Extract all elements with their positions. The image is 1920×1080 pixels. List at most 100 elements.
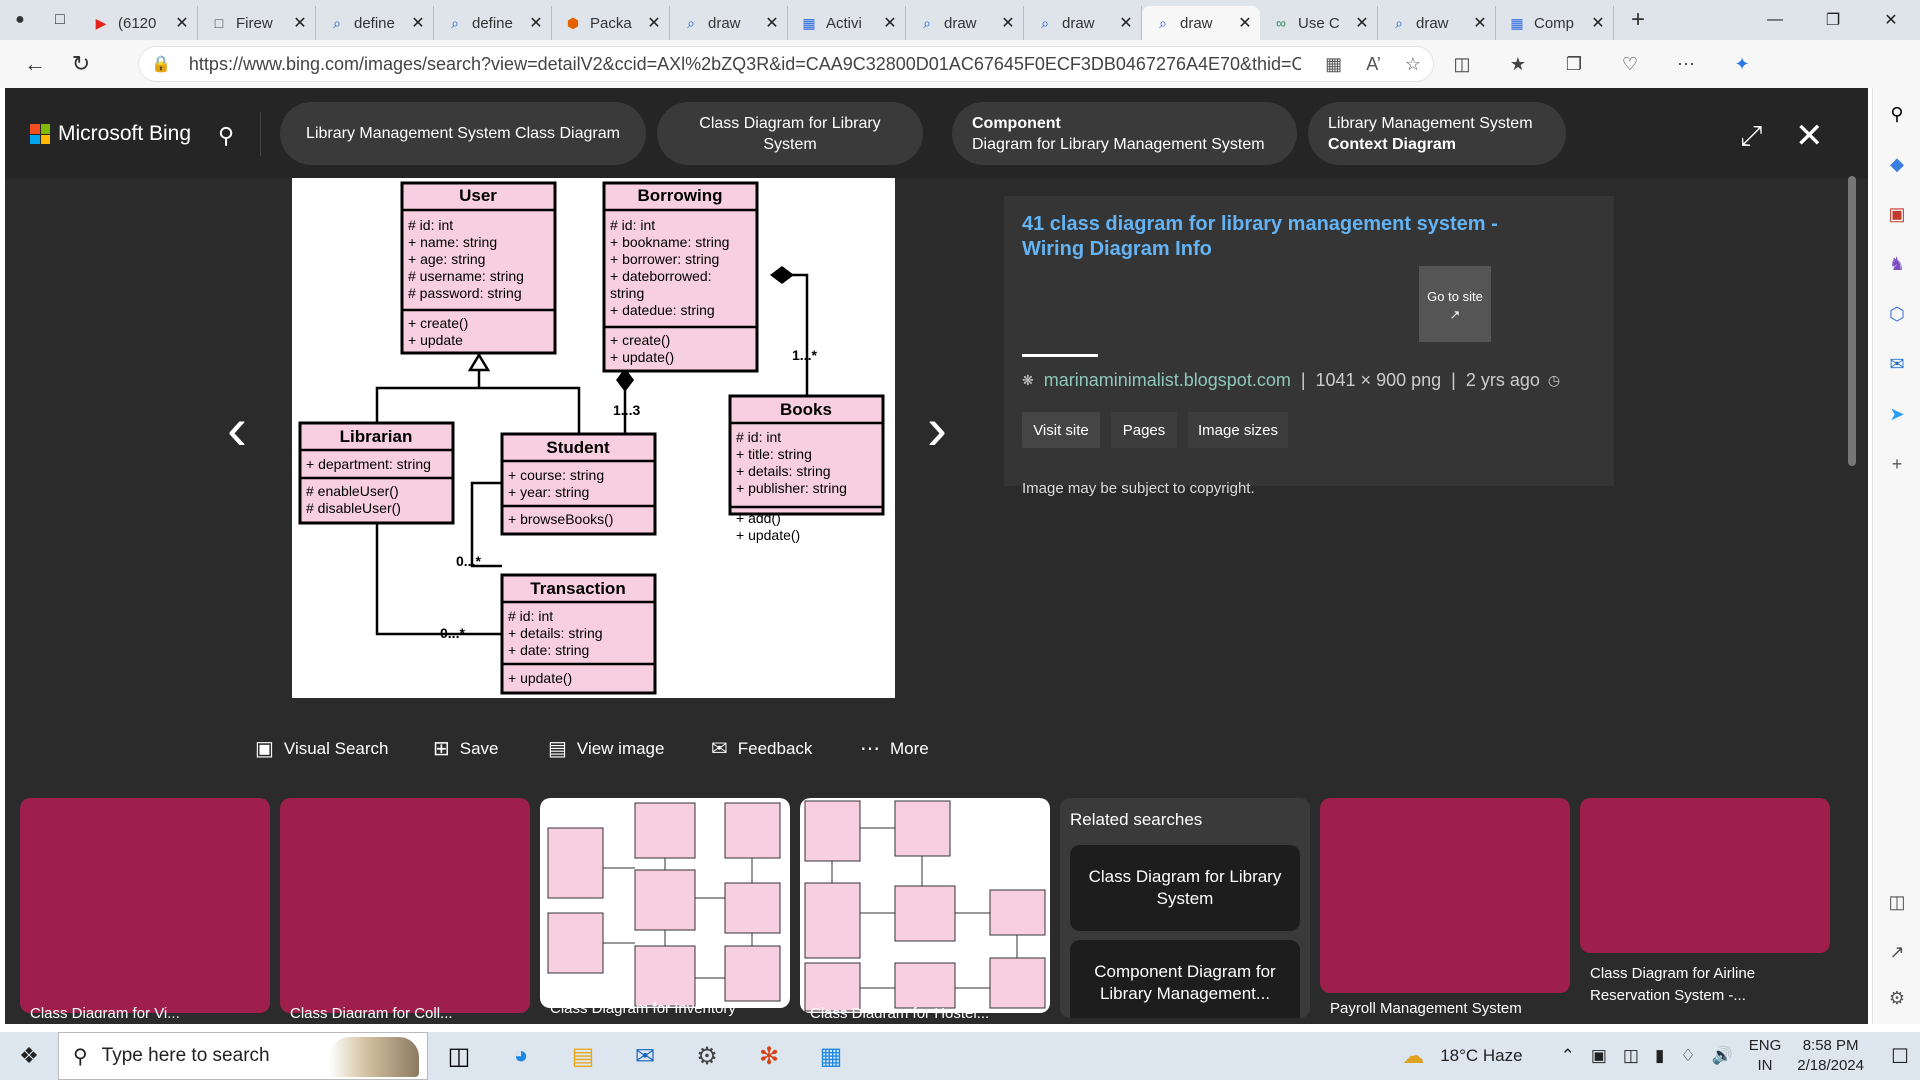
read-aloud-icon[interactable]: A’ bbox=[1366, 54, 1381, 75]
browser-tab[interactable]: ▦ Comp ✕ bbox=[1496, 6, 1614, 40]
close-tab-icon[interactable]: ✕ bbox=[411, 13, 425, 33]
thumbnail[interactable]: Class Diagram for Coll... bbox=[280, 798, 530, 1018]
pill-component-diagram[interactable]: Component Diagram for Library Management … bbox=[952, 102, 1297, 165]
main-image[interactable]: .box{fill:#f7cfe0;stroke:#000;stroke-wid… bbox=[292, 178, 895, 698]
send-icon[interactable]: ➤ bbox=[1883, 400, 1911, 428]
thumbnail[interactable]: Class Diagram for Hostel... bbox=[800, 798, 1050, 1018]
tab-actions-icon[interactable]: □ bbox=[40, 0, 80, 40]
app-icon[interactable]: ✻ bbox=[738, 1032, 800, 1080]
close-tab-icon[interactable]: ✕ bbox=[1238, 13, 1252, 33]
microsoft-365-icon[interactable]: ⬡ bbox=[1883, 300, 1911, 328]
related-item[interactable]: Class Diagram for Library System bbox=[1070, 845, 1300, 931]
search-icon[interactable]: ⚲ bbox=[1883, 100, 1911, 128]
view-image-button[interactable]: ▤ View image bbox=[548, 736, 664, 761]
browser-tab[interactable]: ⌕ draw ✕ bbox=[670, 6, 788, 40]
search-icon[interactable]: ⚲ bbox=[210, 120, 242, 152]
games-icon[interactable]: ♞ bbox=[1883, 250, 1911, 278]
thumbnail[interactable]: Class Diagram for Vi... bbox=[20, 798, 270, 1018]
close-tab-icon[interactable]: ✕ bbox=[883, 13, 897, 33]
browser-tab[interactable]: ⌕ define ✕ bbox=[434, 6, 552, 40]
browser-tab[interactable]: □ Firew ✕ bbox=[198, 6, 316, 40]
photos-icon[interactable]: ▦ bbox=[800, 1032, 862, 1080]
browser-tab[interactable]: ▦ Activi ✕ bbox=[788, 6, 906, 40]
apps-icon[interactable]: ▦ bbox=[1325, 54, 1342, 75]
toolbox-icon[interactable]: ▣ bbox=[1883, 200, 1911, 228]
profile-icon[interactable]: ● bbox=[0, 0, 40, 40]
browser-tab[interactable]: ⌕ draw ✕ bbox=[906, 6, 1024, 40]
close-tab-icon[interactable]: ✕ bbox=[175, 13, 189, 33]
favorite-star-icon[interactable]: ☆ bbox=[1405, 54, 1421, 75]
close-tab-icon[interactable]: ✕ bbox=[529, 13, 543, 33]
add-icon[interactable]: + bbox=[1883, 450, 1911, 478]
feedback-button[interactable]: ✉ Feedback bbox=[711, 736, 812, 761]
visual-search-button[interactable]: ▣ Visual Search bbox=[255, 736, 389, 761]
new-tab-button[interactable]: + bbox=[1620, 3, 1656, 37]
previous-image-icon[interactable]: ‹ bbox=[227, 399, 247, 459]
image-title-link[interactable]: 41 class diagram for library management … bbox=[1022, 212, 1522, 262]
edge-app-icon[interactable]: ◕ bbox=[490, 1032, 552, 1080]
close-tab-icon[interactable]: ✕ bbox=[1591, 13, 1605, 33]
pill-library-class-diagram[interactable]: Library Management System Class Diagram bbox=[280, 102, 646, 165]
taskbar-search[interactable]: ⚲ Type here to search bbox=[58, 1032, 428, 1080]
settings-app-icon[interactable]: ⚙ bbox=[676, 1032, 738, 1080]
go-to-site-button[interactable]: Go to site ↗ bbox=[1419, 266, 1491, 342]
battery-icon[interactable]: ▮ bbox=[1655, 1046, 1664, 1066]
collections-icon[interactable]: ❐ bbox=[1546, 44, 1602, 84]
refresh-icon[interactable]: ↻ bbox=[58, 44, 104, 84]
file-explorer-icon[interactable]: ▤ bbox=[552, 1032, 614, 1080]
bing-brand[interactable]: Microsoft Bing bbox=[30, 122, 191, 146]
weather-text[interactable]: 18°C Haze bbox=[1440, 1046, 1522, 1066]
settings-icon[interactable]: ⚙ bbox=[1883, 984, 1911, 1012]
image-sizes-button[interactable]: Image sizes bbox=[1188, 412, 1288, 448]
browser-tab[interactable]: ⌕ draw ✕ bbox=[1378, 6, 1496, 40]
minimize-icon[interactable]: — bbox=[1746, 0, 1804, 40]
visit-site-button[interactable]: Visit site bbox=[1022, 412, 1100, 448]
expand-icon[interactable]: ⤢ bbox=[1740, 120, 1762, 153]
browser-tab[interactable]: ∞ Use C ✕ bbox=[1260, 6, 1378, 40]
source-domain-link[interactable]: marinaminimalist.blogspot.com bbox=[1044, 370, 1291, 391]
scrollbar-thumb[interactable] bbox=[1848, 176, 1856, 466]
meet-icon[interactable]: ◫ bbox=[1623, 1046, 1639, 1066]
volume-icon[interactable]: 🔊 bbox=[1712, 1046, 1733, 1066]
sidebar-panel-icon[interactable]: ◫ bbox=[1883, 888, 1911, 916]
restore-icon[interactable]: ❐ bbox=[1804, 0, 1862, 40]
thumbnail[interactable]: Payroll Management System bbox=[1320, 798, 1570, 1018]
close-tab-icon[interactable]: ✕ bbox=[765, 13, 779, 33]
more-options-icon[interactable]: ⋯ bbox=[1658, 44, 1714, 84]
mail-icon[interactable]: ✉ bbox=[614, 1032, 676, 1080]
close-tab-icon[interactable]: ✕ bbox=[293, 13, 307, 33]
pill-class-diagram-library[interactable]: Class Diagram for Library System bbox=[657, 102, 923, 165]
open-external-icon[interactable]: ↗ bbox=[1883, 938, 1911, 966]
close-tab-icon[interactable]: ✕ bbox=[1473, 13, 1487, 33]
outlook-icon[interactable]: ✉ bbox=[1883, 350, 1911, 378]
browser-tab[interactable]: ▶ (6120 ✕ bbox=[80, 6, 198, 40]
split-screen-icon[interactable]: ◫ bbox=[1434, 44, 1490, 84]
close-window-icon[interactable]: ✕ bbox=[1862, 0, 1920, 40]
viewer-scrollbar[interactable] bbox=[1848, 176, 1856, 776]
browser-tab[interactable]: ⌕ define ✕ bbox=[316, 6, 434, 40]
copilot-icon[interactable]: ✦ bbox=[1714, 44, 1770, 84]
shopping-tag-icon[interactable]: ◆ bbox=[1883, 150, 1911, 178]
save-button[interactable]: ⊞ Save bbox=[433, 736, 499, 761]
clock[interactable]: 8:58 PM 2/18/2024 bbox=[1797, 1036, 1864, 1076]
close-tab-icon[interactable]: ✕ bbox=[1355, 13, 1369, 33]
chevron-up-icon[interactable]: ⌃ bbox=[1561, 1046, 1575, 1066]
close-tab-icon[interactable]: ✕ bbox=[1001, 13, 1015, 33]
task-view-icon[interactable]: ◫ bbox=[428, 1032, 490, 1080]
notifications-icon[interactable]: ☐ bbox=[1880, 1044, 1920, 1069]
next-image-icon[interactable]: › bbox=[927, 399, 947, 459]
device-icon[interactable]: ▣ bbox=[1591, 1046, 1607, 1066]
pill-context-diagram[interactable]: Library Management System Context Diagram bbox=[1308, 102, 1566, 165]
pages-button[interactable]: Pages bbox=[1111, 412, 1177, 448]
url-field[interactable]: 🔒 https://www.bing.com/images/search?vie… bbox=[138, 46, 1434, 82]
browser-tab[interactable]: ⌕ draw ✕ bbox=[1142, 6, 1260, 40]
close-viewer-icon[interactable]: ✕ bbox=[1795, 116, 1824, 156]
close-tab-icon[interactable]: ✕ bbox=[647, 13, 661, 33]
back-icon[interactable]: ← bbox=[12, 44, 58, 84]
related-item[interactable]: Component Diagram for Library Management… bbox=[1070, 940, 1300, 1018]
browser-tab[interactable]: ⬢ Packa ✕ bbox=[552, 6, 670, 40]
browser-essentials-icon[interactable]: ♡ bbox=[1602, 44, 1658, 84]
wifi-icon[interactable]: ♢ bbox=[1680, 1046, 1695, 1066]
windows-start-icon[interactable]: ❖ bbox=[0, 1032, 58, 1080]
browser-tab[interactable]: ⌕ draw ✕ bbox=[1024, 6, 1142, 40]
